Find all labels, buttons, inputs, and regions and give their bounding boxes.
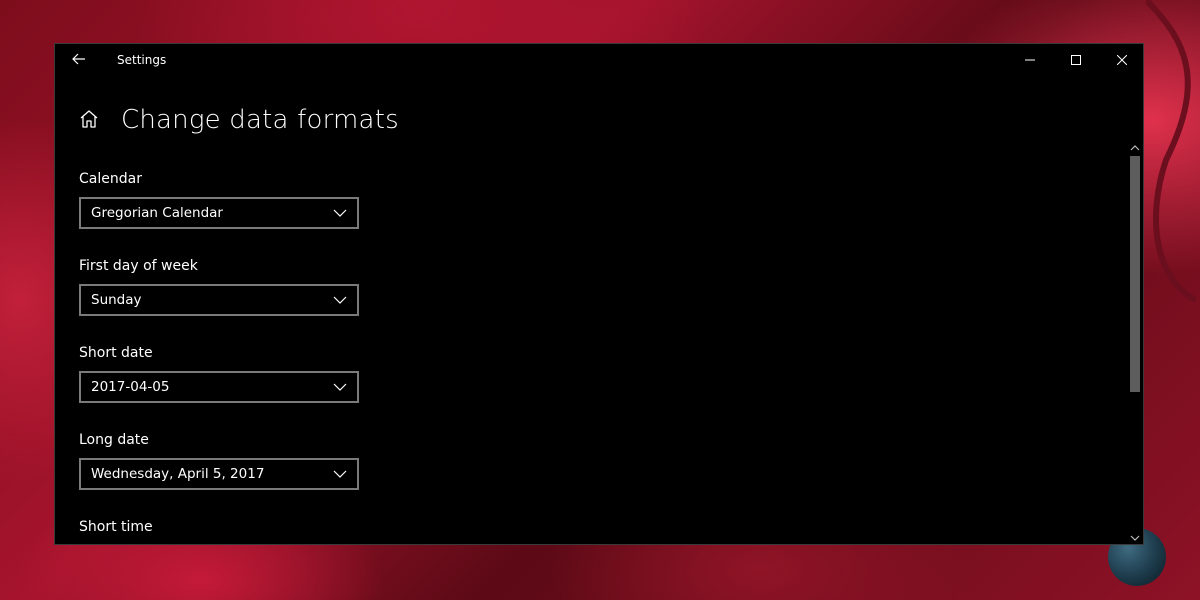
short-date-value: 2017-04-05 bbox=[91, 379, 170, 395]
calendar-dropdown[interactable]: Gregorian Calendar bbox=[79, 197, 359, 229]
vertical-scrollbar[interactable] bbox=[1127, 140, 1143, 544]
wallpaper-stem bbox=[1146, 0, 1198, 303]
short-date-setting: Short date 2017-04-05 bbox=[79, 343, 359, 403]
chevron-down-icon bbox=[333, 383, 347, 391]
first-day-of-week-value: Sunday bbox=[91, 292, 142, 308]
scroll-up-button[interactable] bbox=[1127, 140, 1143, 156]
chevron-down-icon bbox=[333, 470, 347, 478]
close-button[interactable] bbox=[1099, 44, 1143, 76]
chevron-down-icon bbox=[333, 209, 347, 217]
long-date-value: Wednesday, April 5, 2017 bbox=[91, 466, 265, 482]
first-day-of-week-dropdown[interactable]: Sunday bbox=[79, 284, 359, 316]
chevron-down-icon bbox=[1130, 535, 1140, 541]
close-icon bbox=[1117, 55, 1127, 65]
first-day-of-week-label: First day of week bbox=[79, 258, 198, 274]
short-date-dropdown[interactable]: 2017-04-05 bbox=[79, 371, 359, 403]
short-date-label: Short date bbox=[79, 345, 153, 361]
short-time-label: Short time bbox=[79, 519, 153, 535]
window-title: Settings bbox=[117, 53, 167, 67]
short-time-setting: Short time bbox=[79, 517, 359, 544]
maximize-icon bbox=[1071, 55, 1081, 65]
calendar-label: Calendar bbox=[79, 171, 142, 187]
chevron-up-icon bbox=[1130, 145, 1140, 151]
minimize-button[interactable] bbox=[1007, 44, 1053, 76]
calendar-value: Gregorian Calendar bbox=[91, 205, 223, 221]
long-date-label: Long date bbox=[79, 432, 149, 448]
long-date-setting: Long date Wednesday, April 5, 2017 bbox=[79, 430, 359, 490]
arrow-left-icon bbox=[72, 53, 85, 65]
scroll-thumb[interactable] bbox=[1130, 156, 1140, 392]
maximize-button[interactable] bbox=[1053, 44, 1099, 76]
long-date-dropdown[interactable]: Wednesday, April 5, 2017 bbox=[79, 458, 359, 490]
settings-window: Settings Change data formats Calendar Gr… bbox=[54, 43, 1144, 545]
home-icon bbox=[80, 110, 98, 128]
home-button[interactable] bbox=[79, 109, 101, 131]
minimize-icon bbox=[1025, 59, 1035, 61]
scroll-down-button[interactable] bbox=[1127, 530, 1143, 544]
calendar-setting: Calendar Gregorian Calendar bbox=[79, 169, 359, 229]
first-day-of-week-setting: First day of week Sunday bbox=[79, 256, 359, 316]
back-button[interactable] bbox=[67, 50, 91, 70]
title-bar: Settings bbox=[55, 44, 1143, 76]
page-title: Change data formats bbox=[121, 105, 399, 135]
page-header: Change data formats bbox=[79, 100, 399, 140]
chevron-down-icon bbox=[333, 296, 347, 304]
